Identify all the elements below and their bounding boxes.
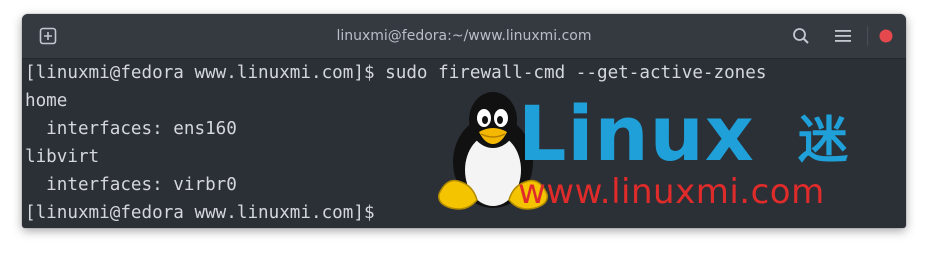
- menu-button[interactable]: [831, 24, 855, 48]
- search-button[interactable]: [789, 24, 813, 48]
- window-title: linuxmi@fedora:~/www.linuxmi.com: [336, 28, 592, 44]
- search-icon: [793, 28, 809, 44]
- titlebar: linuxmi@fedora:~/www.linuxmi.com: [22, 14, 906, 59]
- watermark-linux-text: Linux: [518, 89, 755, 178]
- watermark-mi-text: 迷: [798, 111, 848, 169]
- close-icon: [879, 29, 893, 43]
- hamburger-menu-icon: [835, 30, 851, 42]
- terminal-line-zone-libvirt: libvirt: [25, 147, 100, 167]
- terminal-line-interfaces-home: interfaces: ens160: [25, 119, 237, 139]
- terminal-line-prompt: [linuxmi@fedora www.linuxmi.com]$: [25, 203, 386, 223]
- titlebar-separator: [867, 26, 868, 46]
- terminal-line-interfaces-libvirt: interfaces: virbr0: [25, 175, 237, 195]
- terminal-line-zone-home: home: [25, 91, 68, 111]
- terminal-line-command: [linuxmi@fedora www.linuxmi.com]$ sudo f…: [25, 63, 767, 83]
- close-button[interactable]: [874, 24, 898, 48]
- watermark-url-text: www.linuxmi.com: [518, 172, 825, 212]
